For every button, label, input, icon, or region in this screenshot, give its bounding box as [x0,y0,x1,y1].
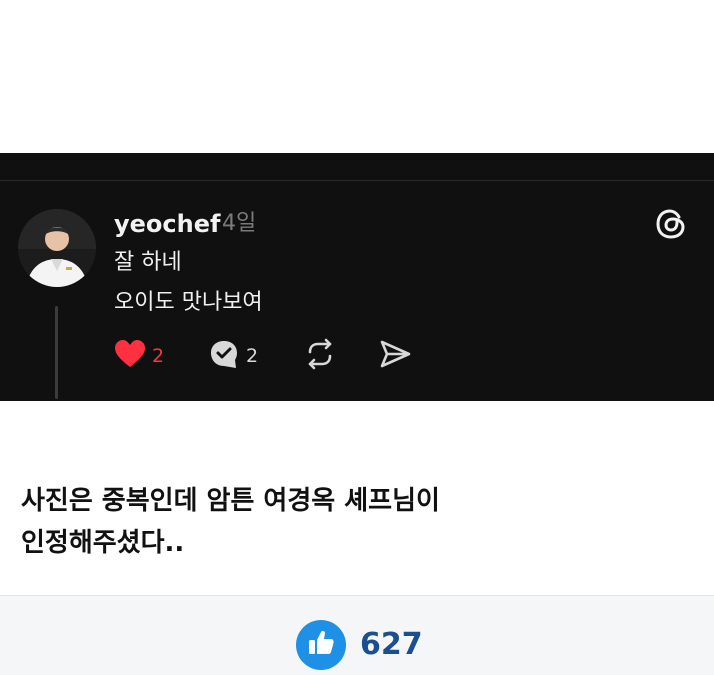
card-divider [0,180,714,181]
recommend-button[interactable] [296,620,346,670]
post-text-line-1: 잘 하네 [114,250,182,275]
caption-line-1: 사진은 중복인데 암튼 여경옥 셰프님이 [21,486,440,516]
heart-icon [114,339,146,373]
repost-button[interactable] [304,338,336,374]
recommend-bar: 627 [0,595,714,675]
reply-button[interactable]: 2 [208,339,258,373]
send-icon [378,338,412,374]
caption-text: 사진은 중복인데 암튼 여경옥 셰프님이 인정해주셨다.. [21,480,701,564]
like-button[interactable]: 2 [114,339,164,373]
share-button[interactable] [378,339,412,373]
avatar[interactable] [18,209,96,287]
reply-count: 2 [246,345,259,367]
caption-line-2: 인정해주셨다.. [21,528,185,558]
repost-icon [304,338,336,374]
like-count: 2 [152,345,165,367]
post-text-line-2: 오이도 맛나보여 [114,290,263,315]
top-blank-area [0,0,714,153]
username[interactable]: yeochef [114,209,220,239]
thread-connector-line [55,306,58,399]
threads-logo-icon[interactable] [654,207,688,241]
thumbs-up-icon [306,628,336,662]
post-time: 4일 [222,211,257,236]
comment-icon [208,338,240,374]
recommend-count: 627 [360,627,423,662]
threads-post-card: yeochef 4일 잘 하네 오이도 맛나보여 2 2 [0,153,714,401]
